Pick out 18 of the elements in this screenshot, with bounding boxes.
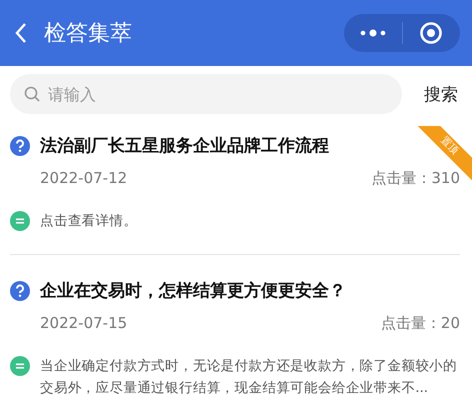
page-title: 检答集萃 <box>44 20 133 48</box>
search-field[interactable]: 请输入 <box>10 74 402 114</box>
back-icon[interactable] <box>14 22 28 44</box>
answer-text: 当企业确定付款方式时，无论是付款方还是收款方，除了金额较小的交易外，应尽量通过银行结算，现金结算可能会给企业带来不... <box>40 357 458 398</box>
search-button[interactable]: 搜索 <box>424 82 462 106</box>
answer-icon <box>10 356 30 376</box>
view-count: 点击量：20 <box>380 314 460 333</box>
post-date: 2022-07-12 <box>40 169 128 188</box>
post-date: 2022-07-15 <box>40 314 128 333</box>
question-icon <box>10 280 30 300</box>
search-icon <box>24 86 40 102</box>
answer-icon <box>10 211 30 231</box>
question-title[interactable]: 企业在交易时，怎样结算更方便更安全？ <box>40 279 346 302</box>
target-icon <box>419 21 444 45</box>
more-icon <box>358 29 387 37</box>
question-icon <box>10 136 30 156</box>
question-title[interactable]: 法治副厂长五星服务企业品牌工作流程 <box>40 134 329 157</box>
answer-text: 点击查看详情。 <box>40 212 138 231</box>
